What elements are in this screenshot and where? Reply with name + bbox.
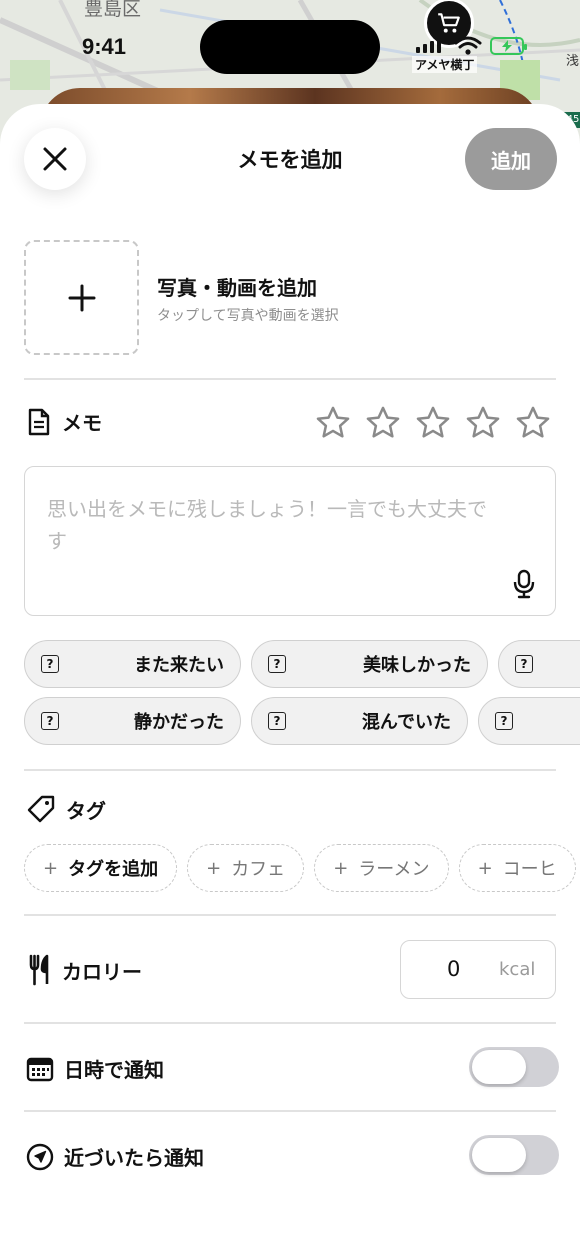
plus-icon: + — [206, 857, 222, 879]
memo-section-label: メモ — [26, 407, 102, 436]
quick-phrase-row: ? 静かだった ? 混んでいた ? 計 — [24, 697, 580, 745]
divider — [24, 1110, 556, 1112]
toggle-knob — [472, 1050, 526, 1084]
memo-textarea[interactable]: 思い出をメモに残しましょう！一言でも大丈夫です — [24, 466, 556, 616]
add-tag-button[interactable]: + タグを追加 — [24, 844, 178, 892]
notify-location-label: 近づいたら通知 — [64, 1146, 204, 1170]
status-time: 9:41 — [82, 34, 127, 59]
notify-time-row-label: 日時で通知 — [26, 1054, 164, 1083]
notify-time-toggle[interactable] — [469, 1047, 559, 1087]
memo-placeholder: 思い出をメモに残しましょう！一言でも大丈夫です — [47, 497, 487, 553]
tag-icon — [27, 795, 55, 823]
document-icon — [28, 408, 50, 435]
notify-location-row-label: 近づいたら通知 — [26, 1142, 204, 1171]
plus-icon: + — [333, 857, 349, 879]
quick-phrase-chip[interactable]: ? 美味しかった — [251, 640, 488, 688]
calorie-unit: kcal — [499, 959, 536, 980]
question-icon: ? — [495, 712, 513, 730]
star-icon[interactable] — [364, 404, 402, 442]
location-arrow-icon — [26, 1143, 54, 1170]
dynamic-island — [200, 20, 380, 74]
map-area-label: 浅 — [566, 54, 580, 69]
add-media-subtitle: タップして写真や動画を選択 — [157, 308, 339, 324]
quick-phrase-label: 静かだった — [134, 712, 224, 733]
microphone-icon[interactable] — [513, 569, 535, 599]
notify-location-toggle[interactable] — [469, 1135, 559, 1175]
quick-phrase-chip[interactable]: ? 混んでいた — [251, 697, 468, 745]
divider — [24, 769, 556, 771]
calorie-label: カロリー — [62, 959, 142, 984]
tag-suggestion-label: ラーメン — [358, 859, 430, 880]
rating-stars — [314, 404, 552, 442]
question-icon: ? — [41, 655, 59, 673]
divider — [24, 1022, 556, 1024]
calendar-icon — [26, 1057, 54, 1081]
map-pin-label: アメヤ横丁 — [412, 56, 478, 73]
add-media-title: 写真・動画を追加 — [157, 276, 317, 300]
add-button[interactable]: 追加 — [465, 128, 557, 190]
tags-section-label: タグ — [26, 794, 106, 824]
tag-suggestion-label: コーヒ — [502, 859, 557, 880]
notify-time-label: 日時で通知 — [64, 1058, 164, 1082]
question-icon: ? — [41, 712, 59, 730]
tag-chip-row: + タグを追加 + カフェ + ラーメン + コーヒ — [24, 844, 576, 892]
star-icon[interactable] — [314, 404, 352, 442]
fork-knife-icon — [29, 954, 49, 986]
question-icon: ? — [268, 712, 286, 730]
cellular-signal-icon — [416, 38, 441, 53]
star-icon[interactable] — [414, 404, 452, 442]
calorie-value: 0 — [447, 957, 461, 981]
wifi-icon — [454, 36, 482, 55]
tag-suggestion-chip[interactable]: + コーヒ — [458, 844, 576, 892]
quick-phrase-label: また来たい — [134, 655, 224, 676]
quick-phrase-chip[interactable]: ? 静かだった — [24, 697, 241, 745]
plus-icon: + — [477, 857, 493, 879]
cart-icon — [438, 13, 460, 33]
plus-icon — [68, 284, 95, 311]
star-icon[interactable] — [464, 404, 502, 442]
add-memo-sheet: メモを追加 追加 写真・動画を追加 タップして写真や動画を選択 メモ 思い出をメ… — [0, 104, 580, 1260]
map-district-label: 豊島区 — [84, 0, 142, 20]
divider — [24, 378, 556, 380]
tag-suggestion-chip[interactable]: + カフェ — [187, 844, 305, 892]
tag-suggestion-label: カフェ — [231, 859, 286, 880]
quick-phrase-label: 計 — [525, 708, 580, 734]
plus-icon: + — [43, 857, 59, 879]
add-media-button[interactable] — [24, 240, 139, 355]
add-tag-label: タグを追加 — [68, 859, 159, 880]
quick-phrase-chip[interactable]: ? 計 — [478, 697, 580, 745]
battery-icon — [490, 37, 527, 55]
memo-label: メモ — [62, 411, 102, 435]
quick-phrase-chip[interactable]: ? — [498, 640, 580, 688]
calorie-input[interactable]: 0 kcal — [400, 940, 556, 999]
divider — [24, 914, 556, 916]
question-icon: ? — [268, 655, 286, 673]
quick-phrase-label: 美味しかった — [363, 655, 471, 676]
quick-phrase-label: 混んでいた — [361, 712, 451, 733]
quick-phrase-row: ? また来たい ? 美味しかった ? — [24, 640, 580, 688]
calorie-section-label: カロリー — [28, 954, 142, 986]
tags-label: タグ — [66, 798, 106, 823]
star-icon[interactable] — [514, 404, 552, 442]
charging-bolt-icon — [502, 40, 512, 52]
question-icon: ? — [515, 655, 533, 673]
quick-phrase-chip[interactable]: ? また来たい — [24, 640, 241, 688]
tag-suggestion-chip[interactable]: + ラーメン — [314, 844, 449, 892]
toggle-knob — [472, 1138, 526, 1172]
